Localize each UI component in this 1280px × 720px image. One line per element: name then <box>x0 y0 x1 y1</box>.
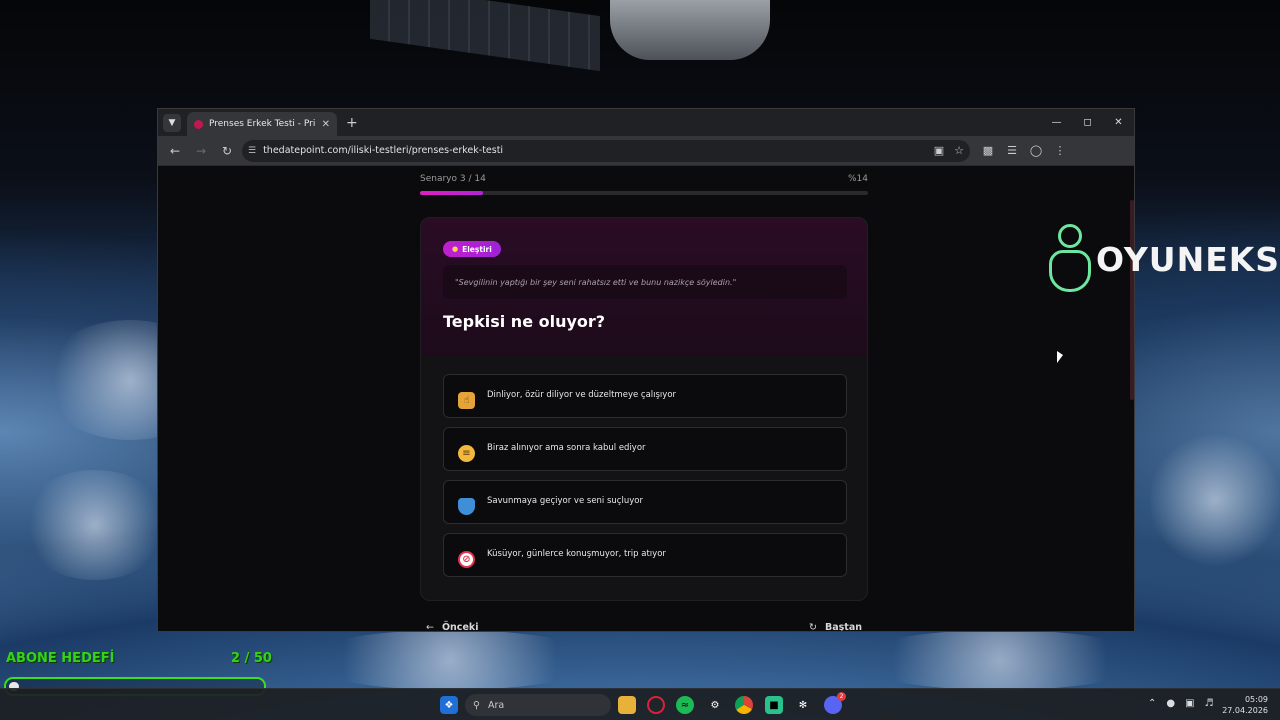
media-controls-icon[interactable]: ☰ <box>1004 144 1020 157</box>
taskbar-search-placeholder: Ara <box>487 699 505 711</box>
watermark-mascot-icon <box>1046 224 1094 294</box>
install-app-icon[interactable]: ▣ <box>934 144 944 157</box>
site-favicon-icon <box>194 119 203 129</box>
answer-option[interactable]: ☝ Dinliyor, özür diliyor ve düzeltmeye ç… <box>443 374 847 418</box>
restart-button-label: Baştan <box>824 622 862 631</box>
microphone-icon[interactable]: ● <box>1166 698 1175 709</box>
new-tab-button[interactable]: + <box>346 115 358 131</box>
search-icon: ⚲ <box>473 699 480 711</box>
network-icon[interactable]: ▣ <box>1185 698 1194 709</box>
quiz-progress-bar <box>420 191 868 195</box>
lightbulb-icon: ● <box>452 245 459 253</box>
site-settings-icon[interactable]: ☰ <box>248 146 256 156</box>
quiz-progress-fill <box>420 191 483 195</box>
grimace-face-icon: ≡ <box>458 444 475 462</box>
chevron-up-icon[interactable]: ⌃ <box>1148 698 1156 709</box>
notification-badge: 2 <box>837 692 846 701</box>
clock-time: 05:09 <box>1244 695 1268 704</box>
satellite-solar-panel <box>370 0 600 72</box>
window-controls: — ◻ ✕ <box>1041 109 1134 136</box>
address-bar[interactable]: ☰ thedatepoint.com/iliski-testleri/prens… <box>242 139 970 162</box>
earth-cloud <box>20 470 170 580</box>
url-text[interactable]: thedatepoint.com/iliski-testleri/prenses… <box>263 145 927 156</box>
chrome-icon[interactable] <box>735 696 753 714</box>
bookmark-star-icon[interactable]: ☆ <box>954 144 964 157</box>
space-station-module <box>610 0 770 60</box>
answer-option[interactable]: ⊘ Küsüyor, günlerce konuşmuyor, trip atı… <box>443 533 847 577</box>
network-app-icon[interactable]: ✻ <box>794 696 812 714</box>
answer-option-label: Küsüyor, günlerce konuşmuyor, trip atıyo… <box>487 549 666 559</box>
question-title: Tepkisi ne oluyor? <box>443 312 606 331</box>
answer-option-label: Biraz alınıyor ama sonra kabul ediyor <box>487 443 646 453</box>
tab-search-button[interactable]: ▼ <box>163 113 181 132</box>
previous-button-label: Önceki <box>441 622 479 631</box>
category-badge-label: Eleştiri <box>462 244 492 254</box>
close-window-button[interactable]: ✕ <box>1103 109 1134 136</box>
answer-options: ☝ Dinliyor, özür diliyor ve düzeltmeye ç… <box>443 374 847 586</box>
reload-button[interactable]: ↻ <box>216 140 238 162</box>
steam-icon[interactable]: ⚙ <box>706 696 724 714</box>
scenario-header: ● Eleştiri "Sevgilinin yaptığı bir şey s… <box>421 218 867 355</box>
taskbar: ❖ ⚲ Ara ≈ ⚙ ■ ✻ 2 ⌃ ● ▣ ♬ 05:09 27.04.20… <box>0 688 1280 720</box>
maximize-button[interactable]: ◻ <box>1072 109 1103 136</box>
earth-cloud <box>850 630 1150 690</box>
scenario-counter: Senaryo 3 / 14 <box>420 174 486 184</box>
browser-toolbar: ← → ↻ ☰ thedatepoint.com/iliski-testleri… <box>158 136 1134 166</box>
answer-option[interactable]: ≡ Biraz alınıyor ama sonra kabul ediyor <box>443 427 847 471</box>
scenario-quote: "Sevgilinin yaptığı bir şey seni rahatsı… <box>443 265 847 299</box>
progress-percent: %14 <box>847 174 868 184</box>
watermark-text: OYUNEKS <box>1096 239 1280 279</box>
quiz-navigation: ← Önceki ↻ Baştan <box>426 622 862 631</box>
restart-button[interactable]: ↻ Baştan <box>809 622 862 631</box>
tab-title: Prenses Erkek Testi - Princess M <box>209 119 316 129</box>
tab-active[interactable]: Prenses Erkek Testi - Princess M ✕ <box>187 112 337 136</box>
mouse-cursor-icon <box>1057 351 1063 363</box>
extensions-icon[interactable]: ▩ <box>980 144 996 157</box>
tab-bar: ▼ Prenses Erkek Testi - Princess M ✕ + —… <box>158 109 1134 136</box>
clock-date: 27.04.2026 <box>1222 706 1268 715</box>
answer-option-label: Dinliyor, özür diliyor ve düzeltmeye çal… <box>487 390 677 400</box>
tab-close-icon[interactable]: ✕ <box>322 119 330 130</box>
page-viewport: Senaryo 3 / 14 %14 ● Eleştiri "Sevgilini… <box>158 166 1134 631</box>
app-icon[interactable]: ■ <box>765 696 783 714</box>
prohibited-icon: ⊘ <box>458 550 475 568</box>
discord-icon[interactable]: 2 <box>824 692 846 714</box>
answer-option-label: Savunmaya geçiyor ve seni suçluyor <box>487 496 643 506</box>
forward-button[interactable]: → <box>190 140 212 162</box>
earth-cloud <box>1150 430 1280 570</box>
minimize-button[interactable]: — <box>1041 109 1072 136</box>
volume-icon[interactable]: ♬ <box>1205 698 1214 709</box>
file-explorer-icon[interactable] <box>618 696 636 714</box>
start-windows-icon[interactable]: ❖ <box>440 696 458 714</box>
system-clock[interactable]: 05:09 27.04.2026 <box>1222 694 1268 716</box>
quiz-progress-header: Senaryo 3 / 14 %14 <box>420 174 868 184</box>
arrow-left-icon: ← <box>426 622 434 631</box>
category-badge: ● Eleştiri <box>443 241 501 257</box>
subscriber-goal-count: 2 / 50 <box>231 651 272 666</box>
earth-cloud <box>300 630 600 690</box>
spotify-icon[interactable]: ≈ <box>676 696 694 714</box>
browser-menu-icon[interactable]: ⋮ <box>1052 144 1068 157</box>
restart-icon: ↻ <box>809 622 817 631</box>
system-tray: ⌃ ● ▣ ♬ <box>1148 698 1214 709</box>
previous-button[interactable]: ← Önceki <box>426 622 478 631</box>
subscriber-goal-label: ABONE HEDEFİ <box>6 651 115 666</box>
shield-icon <box>458 497 475 515</box>
back-button[interactable]: ← <box>164 140 186 162</box>
channel-watermark: OYUNEKS <box>1046 224 1280 294</box>
profile-icon[interactable]: ◯ <box>1028 144 1044 157</box>
opera-browser-icon[interactable] <box>647 696 665 714</box>
browser-window: ▼ Prenses Erkek Testi - Princess M ✕ + —… <box>157 108 1135 632</box>
scenario-card: ● Eleştiri "Sevgilinin yaptığı bir şey s… <box>420 217 868 601</box>
answer-option[interactable]: Savunmaya geçiyor ve seni suçluyor <box>443 480 847 524</box>
thumbs-up-icon: ☝ <box>458 391 475 409</box>
taskbar-search[interactable]: ⚲ Ara <box>465 694 611 716</box>
